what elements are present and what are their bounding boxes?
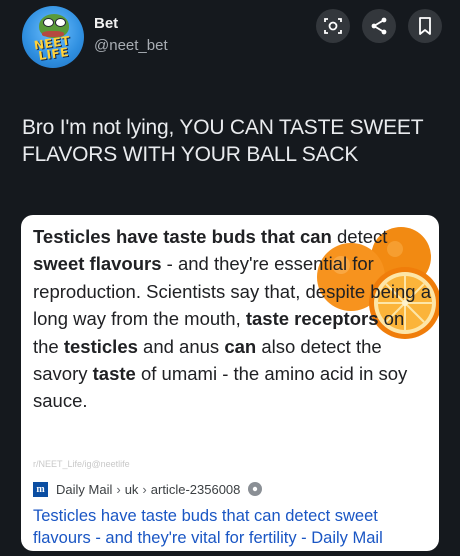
bookmark-button[interactable] [408,9,442,43]
info-icon[interactable] [248,482,263,496]
snippet-bold-text: taste [92,363,136,385]
snippet-bold-text: testicles [63,335,138,357]
source-site: Daily Mail [56,481,113,497]
search-result-card[interactable]: Testicles have taste buds that can detec… [21,215,439,551]
source-path-1: uk [124,481,139,497]
snippet-bold-text: can [224,335,257,357]
snippet-text: detect [331,226,388,247]
breadcrumb-separator-icon: › [116,481,121,497]
author-handle[interactable]: @neet_bet [94,37,168,54]
share-button[interactable] [362,9,396,43]
avatar[interactable]: NEET LIFE [22,6,84,68]
share-icon [371,17,387,35]
post-header: NEET LIFE Bet @neet_bet [0,0,460,80]
snippet-bold-text: taste receptors [245,308,379,330]
lens-icon [324,18,342,34]
snippet-bold-text: Testicles have taste buds that can [33,226,332,247]
result-title-link[interactable]: Testicles have taste buds that can detec… [33,505,437,549]
snippet-text: and anus [137,335,225,357]
source-row[interactable]: m Daily Mail › uk › article-2356008 [33,479,263,499]
avatar-badge: NEET LIFE [33,33,72,64]
author-name[interactable]: Bet [94,15,118,32]
daily-mail-logo-icon: m [33,481,48,497]
bookmark-icon [419,17,431,35]
post-text: Bro I'm not lying, YOU CAN TASTE SWEET F… [22,116,423,166]
watermark: r/NEET_Life/ig@neetlife [33,459,130,469]
snippet-bold-text: sweet flavours [33,253,162,275]
result-snippet: Testicles have taste buds that can detec… [33,223,433,415]
lens-button[interactable] [316,9,350,43]
breadcrumb-separator-icon: › [142,481,147,497]
source-path-2: article-2356008 [150,481,241,497]
